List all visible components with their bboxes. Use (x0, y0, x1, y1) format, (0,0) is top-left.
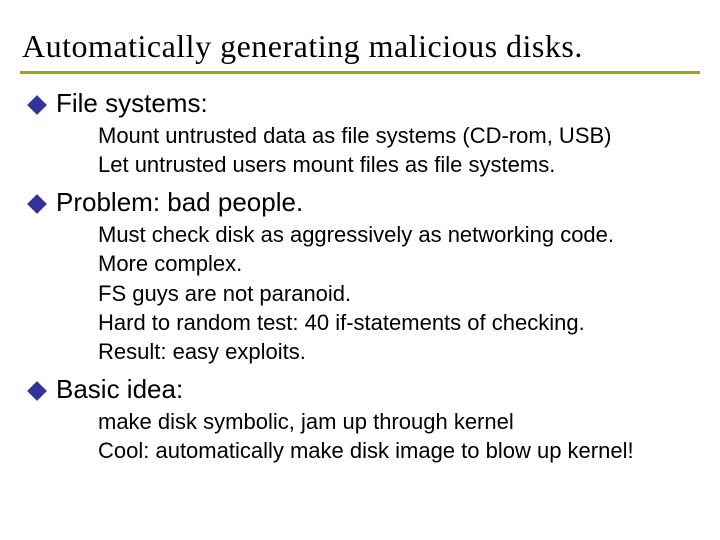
sub-item: – Mount untrusted data as file systems (… (80, 121, 700, 150)
sub-item: – More complex. (80, 249, 700, 278)
diamond-icon (27, 381, 47, 401)
sub-text: Must check disk as aggressively as netwo… (98, 220, 614, 249)
diamond-icon (27, 194, 47, 214)
slide-content: File systems: – Mount untrusted data as … (20, 88, 700, 465)
sub-text: Mount untrusted data as file systems (CD… (98, 121, 612, 150)
bullet-item: Problem: bad people. (26, 187, 700, 218)
sub-text: Result: easy exploits. (98, 337, 306, 366)
sub-text: Let untrusted users mount files as file … (98, 150, 555, 179)
bullet-heading: Problem: bad people. (56, 187, 303, 218)
sub-text: Cool: automatically make disk image to b… (98, 436, 634, 465)
sub-text: Hard to random test: 40 if-statements of… (98, 308, 585, 337)
sub-item: – Let untrusted users mount files as fil… (80, 150, 700, 179)
bullet-item: File systems: (26, 88, 700, 119)
sub-item: – Hard to random test: 40 if-statements … (80, 308, 700, 337)
sub-text: More complex. (98, 249, 242, 278)
bullet-heading: File systems: (56, 88, 208, 119)
diamond-icon (27, 95, 47, 115)
sub-item: – Result: easy exploits. (80, 337, 700, 366)
sub-text: FS guys are not paranoid. (98, 279, 351, 308)
bullet-heading: Basic idea: (56, 374, 183, 405)
sub-item: – make disk symbolic, jam up through ker… (80, 407, 700, 436)
sub-item: – FS guys are not paranoid. (80, 279, 700, 308)
slide: Automatically generating malicious disks… (0, 0, 720, 540)
sub-item: – Must check disk as aggressively as net… (80, 220, 700, 249)
sub-list: – make disk symbolic, jam up through ker… (80, 407, 700, 465)
sub-text: make disk symbolic, jam up through kerne… (98, 407, 514, 436)
sub-list: – Mount untrusted data as file systems (… (80, 121, 700, 179)
slide-title: Automatically generating malicious disks… (20, 28, 700, 74)
sub-item: – Cool: automatically make disk image to… (80, 436, 700, 465)
sub-list: – Must check disk as aggressively as net… (80, 220, 700, 365)
bullet-item: Basic idea: (26, 374, 700, 405)
